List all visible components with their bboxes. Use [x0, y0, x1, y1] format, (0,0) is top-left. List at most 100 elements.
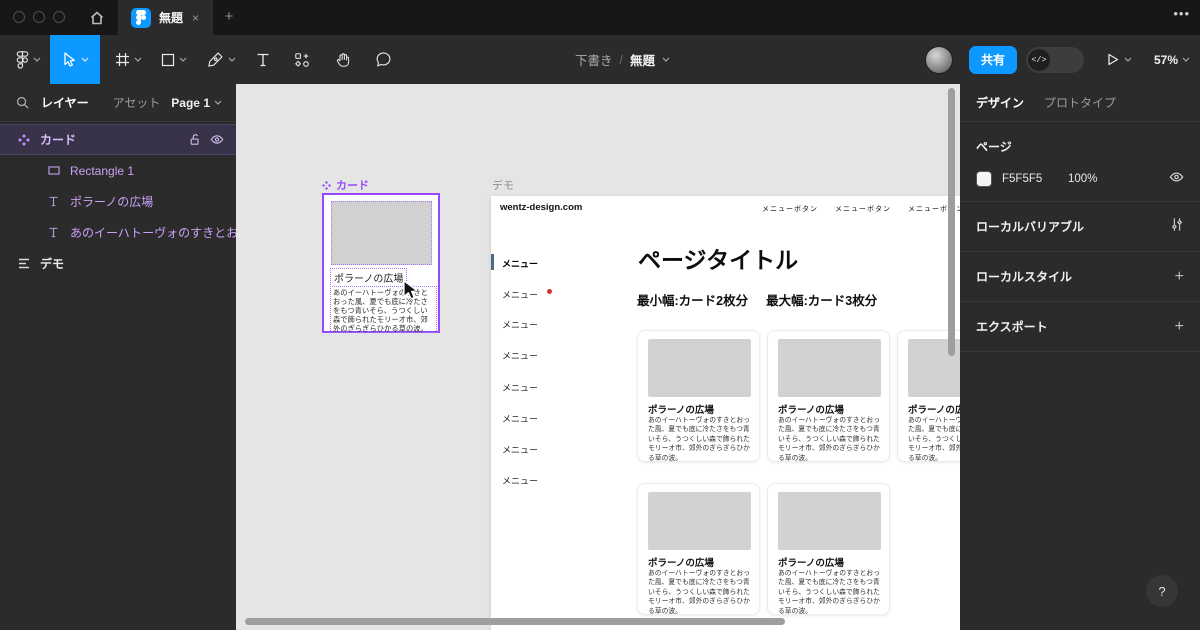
tab-title: 無題 [159, 11, 184, 25]
present-button[interactable] [1106, 52, 1132, 67]
chevron-down-icon [134, 57, 141, 62]
move-tool-button[interactable] [50, 35, 100, 84]
frame-tool-button[interactable] [108, 35, 148, 84]
layer-row-text-body[interactable]: あのイーハトーヴォのすきとお... [0, 217, 236, 248]
mouse-cursor [403, 280, 418, 300]
color-swatch[interactable] [976, 171, 992, 187]
text-icon [257, 53, 269, 66]
pen-tool-button[interactable] [200, 35, 242, 84]
card-image-placeholder [778, 339, 881, 397]
notification-dot [547, 289, 552, 294]
canvas[interactable]: カード ポラーノの広場 あのイーハトーヴォのすきとおった風、夏でも底に冷たさをも… [236, 84, 960, 630]
window-close-button[interactable] [13, 11, 25, 23]
demo-frame-label[interactable]: デモ [492, 177, 514, 193]
pen-icon [207, 52, 222, 67]
text-layer-icon [46, 196, 61, 207]
demo-subtitle: 最小幅:カード2枚分 最大幅:カード3枚分 [637, 290, 877, 309]
color-hex-value[interactable]: F5F5F5 [1002, 173, 1054, 185]
layer-row-text-title[interactable]: ポラーノの広場 [0, 186, 236, 217]
active-menu-indicator [491, 254, 494, 270]
chevron-down-icon [1182, 57, 1190, 62]
add-style-button[interactable]: + [1175, 268, 1184, 286]
unlock-icon[interactable] [189, 133, 201, 146]
vertical-scrollbar[interactable] [948, 88, 955, 356]
chevron-down-icon[interactable] [662, 57, 670, 62]
left-sidebar-header: レイヤー アセット Page 1 [0, 84, 236, 122]
tab-design[interactable]: デザイン [976, 94, 1024, 111]
new-tab-button[interactable]: + [219, 8, 239, 25]
move-cursor-icon [64, 52, 75, 67]
more-menu-button[interactable]: ••• [1173, 6, 1190, 21]
card-image-placeholder [778, 492, 881, 550]
comment-tool-button[interactable] [366, 35, 400, 84]
breadcrumb-file-name[interactable]: 無題 [630, 50, 655, 69]
selected-card-component[interactable]: ポラーノの広場 あのイーハトーヴォのすきとおった風、夏でも底に冷たさをもつ青いそ… [322, 193, 440, 333]
demo-card: ポラーノの広場 あのイーハトーヴォのすきとおった風、夏でも底に冷たさをもつ青いそ… [637, 330, 760, 462]
card-body: あのイーハトーヴォのすきとおった風、夏でも底に冷たさをもつ青いそら、うつくしい森… [778, 570, 881, 615]
tab-close-icon[interactable]: × [192, 11, 199, 25]
page-color-row: F5F5F5 100% [976, 170, 1184, 188]
actions-tool-button[interactable] [286, 35, 318, 84]
visibility-eye-icon[interactable] [1169, 170, 1184, 188]
share-button[interactable]: 共有 [968, 45, 1017, 74]
demo-card: ポラーノの広場 あのイーハトーヴォのすきとおった風、夏でも底に冷たさをもつ青いそ… [767, 330, 890, 462]
hand-tool-button[interactable] [326, 35, 358, 84]
demo-frame[interactable]: wentz-design.com メニューボタン メニューボタン メニューボタン… [491, 196, 960, 630]
zoom-level-control[interactable]: 57% [1154, 53, 1190, 67]
text-tool-button[interactable] [248, 35, 278, 84]
user-avatar[interactable] [924, 45, 953, 74]
component-label[interactable]: カード [322, 177, 369, 193]
export-section[interactable]: エクスポート + [960, 302, 1200, 352]
local-variables-section[interactable]: ローカルバリアブル [960, 202, 1200, 252]
file-tab[interactable]: 無題 × [118, 0, 213, 35]
tab-assets[interactable]: アセット [113, 94, 161, 111]
breadcrumb-project[interactable]: 下書き [575, 50, 613, 69]
color-opacity-value[interactable]: 100% [1068, 173, 1097, 185]
tab-layers[interactable]: レイヤー [41, 94, 89, 111]
card-image-placeholder [648, 339, 751, 397]
sidebar-menu-item: メニュー [502, 290, 539, 300]
figma-logo-icon [16, 50, 28, 69]
dev-mode-toggle[interactable]: </> [1025, 46, 1084, 73]
breadcrumb-separator: / [619, 52, 623, 67]
card-title-layer[interactable]: ポラーノの広場 [330, 268, 408, 287]
search-icon[interactable] [16, 96, 29, 109]
text-layer-icon [46, 227, 61, 238]
layer-row-actions [189, 133, 236, 146]
hand-icon [336, 53, 349, 67]
figma-app-window: 無題 × + ••• 下書き / 無題 共有 </> 57% カード ポラーノの… [0, 0, 1200, 630]
local-styles-section[interactable]: ローカルスタイル + [960, 252, 1200, 302]
card-body: あのイーハトーヴォのすきとおった風、夏でも底に冷たさをもつ青いそら、うつくしい森… [778, 417, 881, 462]
horizontal-scrollbar[interactable] [245, 618, 785, 625]
tab-prototype[interactable]: プロトタイプ [1044, 94, 1116, 111]
window-minimize-button[interactable] [33, 11, 45, 23]
layer-row-rectangle[interactable]: Rectangle 1 [0, 155, 236, 186]
min-width-label: 最小幅:カード2枚分 [637, 294, 749, 308]
local-variables-label: ローカルバリアブル [976, 220, 1085, 234]
visibility-eye-icon[interactable] [210, 134, 224, 145]
site-logo-text: wentz-design.com [500, 202, 583, 213]
card-image-placeholder[interactable] [331, 201, 432, 265]
card-title: ポラーノの広場 [778, 558, 844, 569]
local-styles-label: ローカルスタイル [976, 270, 1073, 284]
layer-row-demo-frame[interactable]: デモ [0, 248, 236, 279]
main-menu-button[interactable] [8, 35, 48, 84]
sidebar-menu-item: メニュー [502, 320, 539, 330]
home-button[interactable] [86, 7, 108, 29]
variables-adjust-icon[interactable] [1170, 217, 1184, 237]
window-zoom-button[interactable] [53, 11, 65, 23]
layer-name: あのイーハトーヴォのすきとお... [70, 226, 236, 240]
card-title: ポラーノの広場 [778, 405, 844, 416]
chevron-down-icon [228, 57, 235, 62]
demo-card: ポラーノの広場 あのイーハトーヴォのすきとおった風、夏でも底に冷たさをもつ青いそ… [767, 483, 890, 615]
demo-card: ポラーノの広場 あのイーハトーヴォのすきとおった風、夏でも底に冷たさをもつ青いそ… [637, 483, 760, 615]
layer-name: カード [40, 133, 77, 147]
layer-row-card-component[interactable]: カード [0, 124, 236, 155]
chevron-down-icon [214, 100, 222, 105]
add-export-button[interactable]: + [1175, 318, 1184, 336]
page-selector[interactable]: Page 1 [171, 96, 222, 110]
export-label: エクスポート [976, 320, 1048, 334]
help-button[interactable]: ? [1146, 575, 1178, 607]
shape-tool-button[interactable] [154, 35, 194, 84]
card-image-placeholder [648, 492, 751, 550]
